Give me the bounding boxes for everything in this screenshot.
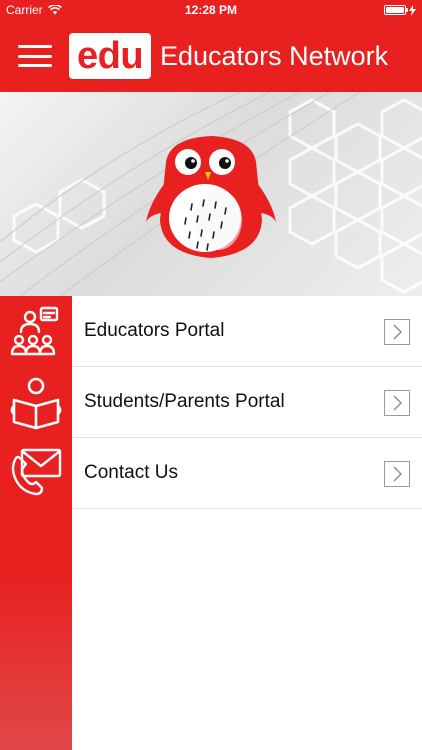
status-left: Carrier xyxy=(6,3,62,17)
menu-item-label: Contact Us xyxy=(84,462,178,483)
app-title: Educators Network xyxy=(160,40,389,71)
chevron-right-icon[interactable] xyxy=(384,319,410,345)
app-header: edu Educators Network xyxy=(0,20,422,92)
envelope-phone-icon xyxy=(11,448,62,496)
menu-bar-top xyxy=(18,45,52,48)
logo-text: edu xyxy=(76,35,144,77)
menu-item-educators-portal[interactable]: Educators Portal xyxy=(72,296,422,367)
student-reading-icon xyxy=(10,377,62,430)
menu-item-students-parents-portal[interactable]: Students/Parents Portal xyxy=(72,367,422,438)
sidebar xyxy=(0,296,72,750)
wifi-icon xyxy=(47,5,62,15)
owl-mascot-icon xyxy=(146,136,276,258)
chevron-right-icon[interactable] xyxy=(384,461,410,487)
banner xyxy=(0,92,422,296)
edu-logo: edu xyxy=(69,33,151,79)
teacher-classroom-icon xyxy=(10,306,59,356)
menu-item-label: Educators Portal xyxy=(84,320,225,341)
charging-bolt-icon xyxy=(409,4,416,16)
carrier-label: Carrier xyxy=(6,3,43,17)
menu-list: Educators Portal Students/Parents Portal… xyxy=(72,296,422,509)
menu-item-label: Students/Parents Portal xyxy=(84,391,285,412)
status-time: 12:28 PM xyxy=(184,3,238,17)
menu-bar-middle xyxy=(18,54,52,58)
battery-fill xyxy=(386,7,404,13)
menu-item-contact-us[interactable]: Contact Us xyxy=(72,438,422,509)
status-bar: Carrier 12:28 PM xyxy=(0,0,422,20)
hamburger-menu-icon[interactable] xyxy=(18,43,52,69)
menu-bar-bottom xyxy=(18,64,52,67)
chevron-right-icon[interactable] xyxy=(384,390,410,416)
hexagon-pattern xyxy=(0,92,422,296)
status-right xyxy=(384,4,416,16)
battery-icon xyxy=(384,5,408,15)
